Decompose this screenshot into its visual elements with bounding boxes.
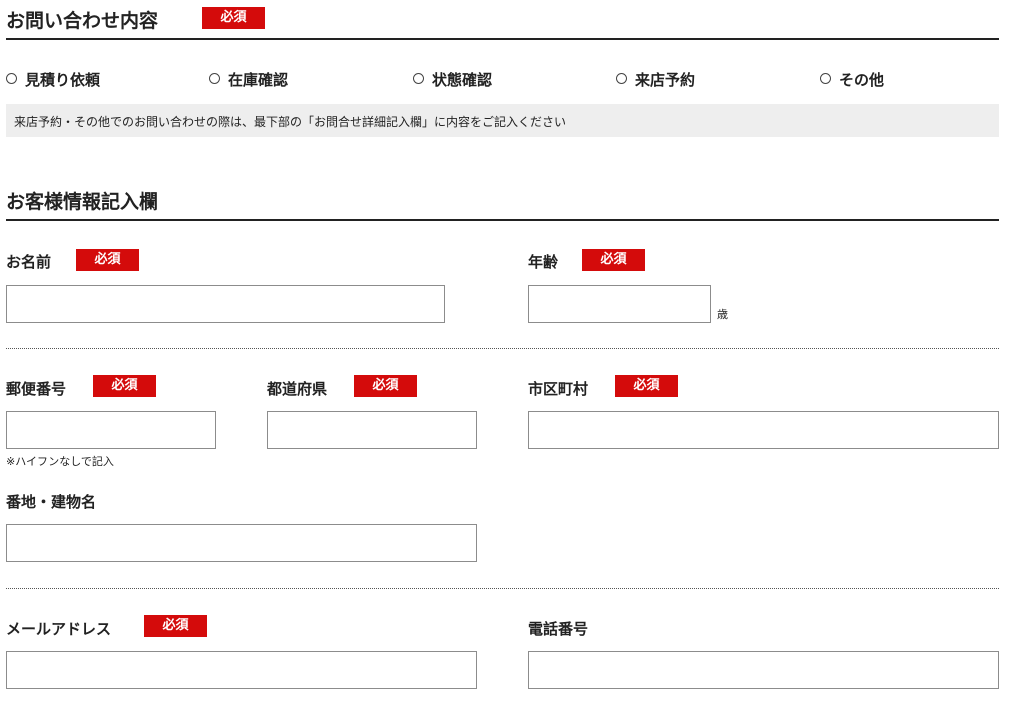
phone-input[interactable]: [528, 651, 999, 689]
email-label: メールアドレス: [6, 620, 112, 638]
customer-section-title: お客様情報記入欄: [6, 191, 159, 213]
phone-label: 電話番号: [528, 620, 589, 638]
radio-stock-check[interactable]: 在庫確認: [209, 69, 288, 90]
prefecture-input[interactable]: [267, 411, 477, 449]
inquiry-section-title: お問い合わせ内容: [6, 10, 159, 32]
prefecture-label: 都道府県: [267, 380, 328, 398]
required-badge: 必須: [354, 375, 417, 397]
radio-label: 見積り依頼: [25, 71, 101, 89]
radio-label: 状態確認: [432, 71, 493, 89]
radio-condition-check[interactable]: 状態確認: [413, 69, 492, 90]
inquiry-note-text: 来店予約・その他でのお問い合わせの際は、最下部の「お問合せ詳細記入欄」に内容をご…: [14, 115, 567, 129]
radio-circle-icon: [6, 73, 17, 84]
required-badge: 必須: [615, 375, 678, 397]
required-badge: 必須: [76, 249, 139, 271]
city-input[interactable]: [528, 411, 999, 449]
city-label: 市区町村: [528, 380, 589, 398]
age-input[interactable]: [528, 285, 711, 323]
dotted-divider: [6, 348, 999, 349]
radio-circle-icon: [413, 73, 424, 84]
postal-code-label: 郵便番号: [6, 380, 67, 398]
postal-code-hint: ※ハイフンなしで記入: [6, 455, 114, 468]
address-input[interactable]: [6, 524, 477, 562]
postal-code-input[interactable]: [6, 411, 216, 449]
address-label: 番地・建物名: [6, 493, 97, 511]
section-divider: [6, 38, 999, 40]
inquiry-note-box: 来店予約・その他でのお問い合わせの際は、最下部の「お問合せ詳細記入欄」に内容をご…: [6, 104, 999, 137]
radio-label: その他: [839, 71, 885, 89]
name-input[interactable]: [6, 285, 445, 323]
section-divider: [6, 219, 999, 221]
required-badge: 必須: [202, 7, 265, 29]
required-badge: 必須: [144, 615, 207, 637]
required-badge: 必須: [582, 249, 645, 271]
radio-estimate[interactable]: 見積り依頼: [6, 69, 100, 90]
radio-other[interactable]: その他: [820, 69, 884, 90]
age-label: 年齢: [528, 253, 559, 271]
age-unit-label: 歳: [717, 308, 728, 321]
required-badge: 必須: [93, 375, 156, 397]
radio-circle-icon: [820, 73, 831, 84]
radio-circle-icon: [209, 73, 220, 84]
radio-label: 来店予約: [635, 71, 696, 89]
email-input[interactable]: [6, 651, 477, 689]
radio-circle-icon: [616, 73, 627, 84]
radio-store-visit[interactable]: 来店予約: [616, 69, 695, 90]
radio-label: 在庫確認: [228, 71, 289, 89]
dotted-divider: [6, 588, 999, 589]
name-label: お名前: [6, 253, 52, 271]
